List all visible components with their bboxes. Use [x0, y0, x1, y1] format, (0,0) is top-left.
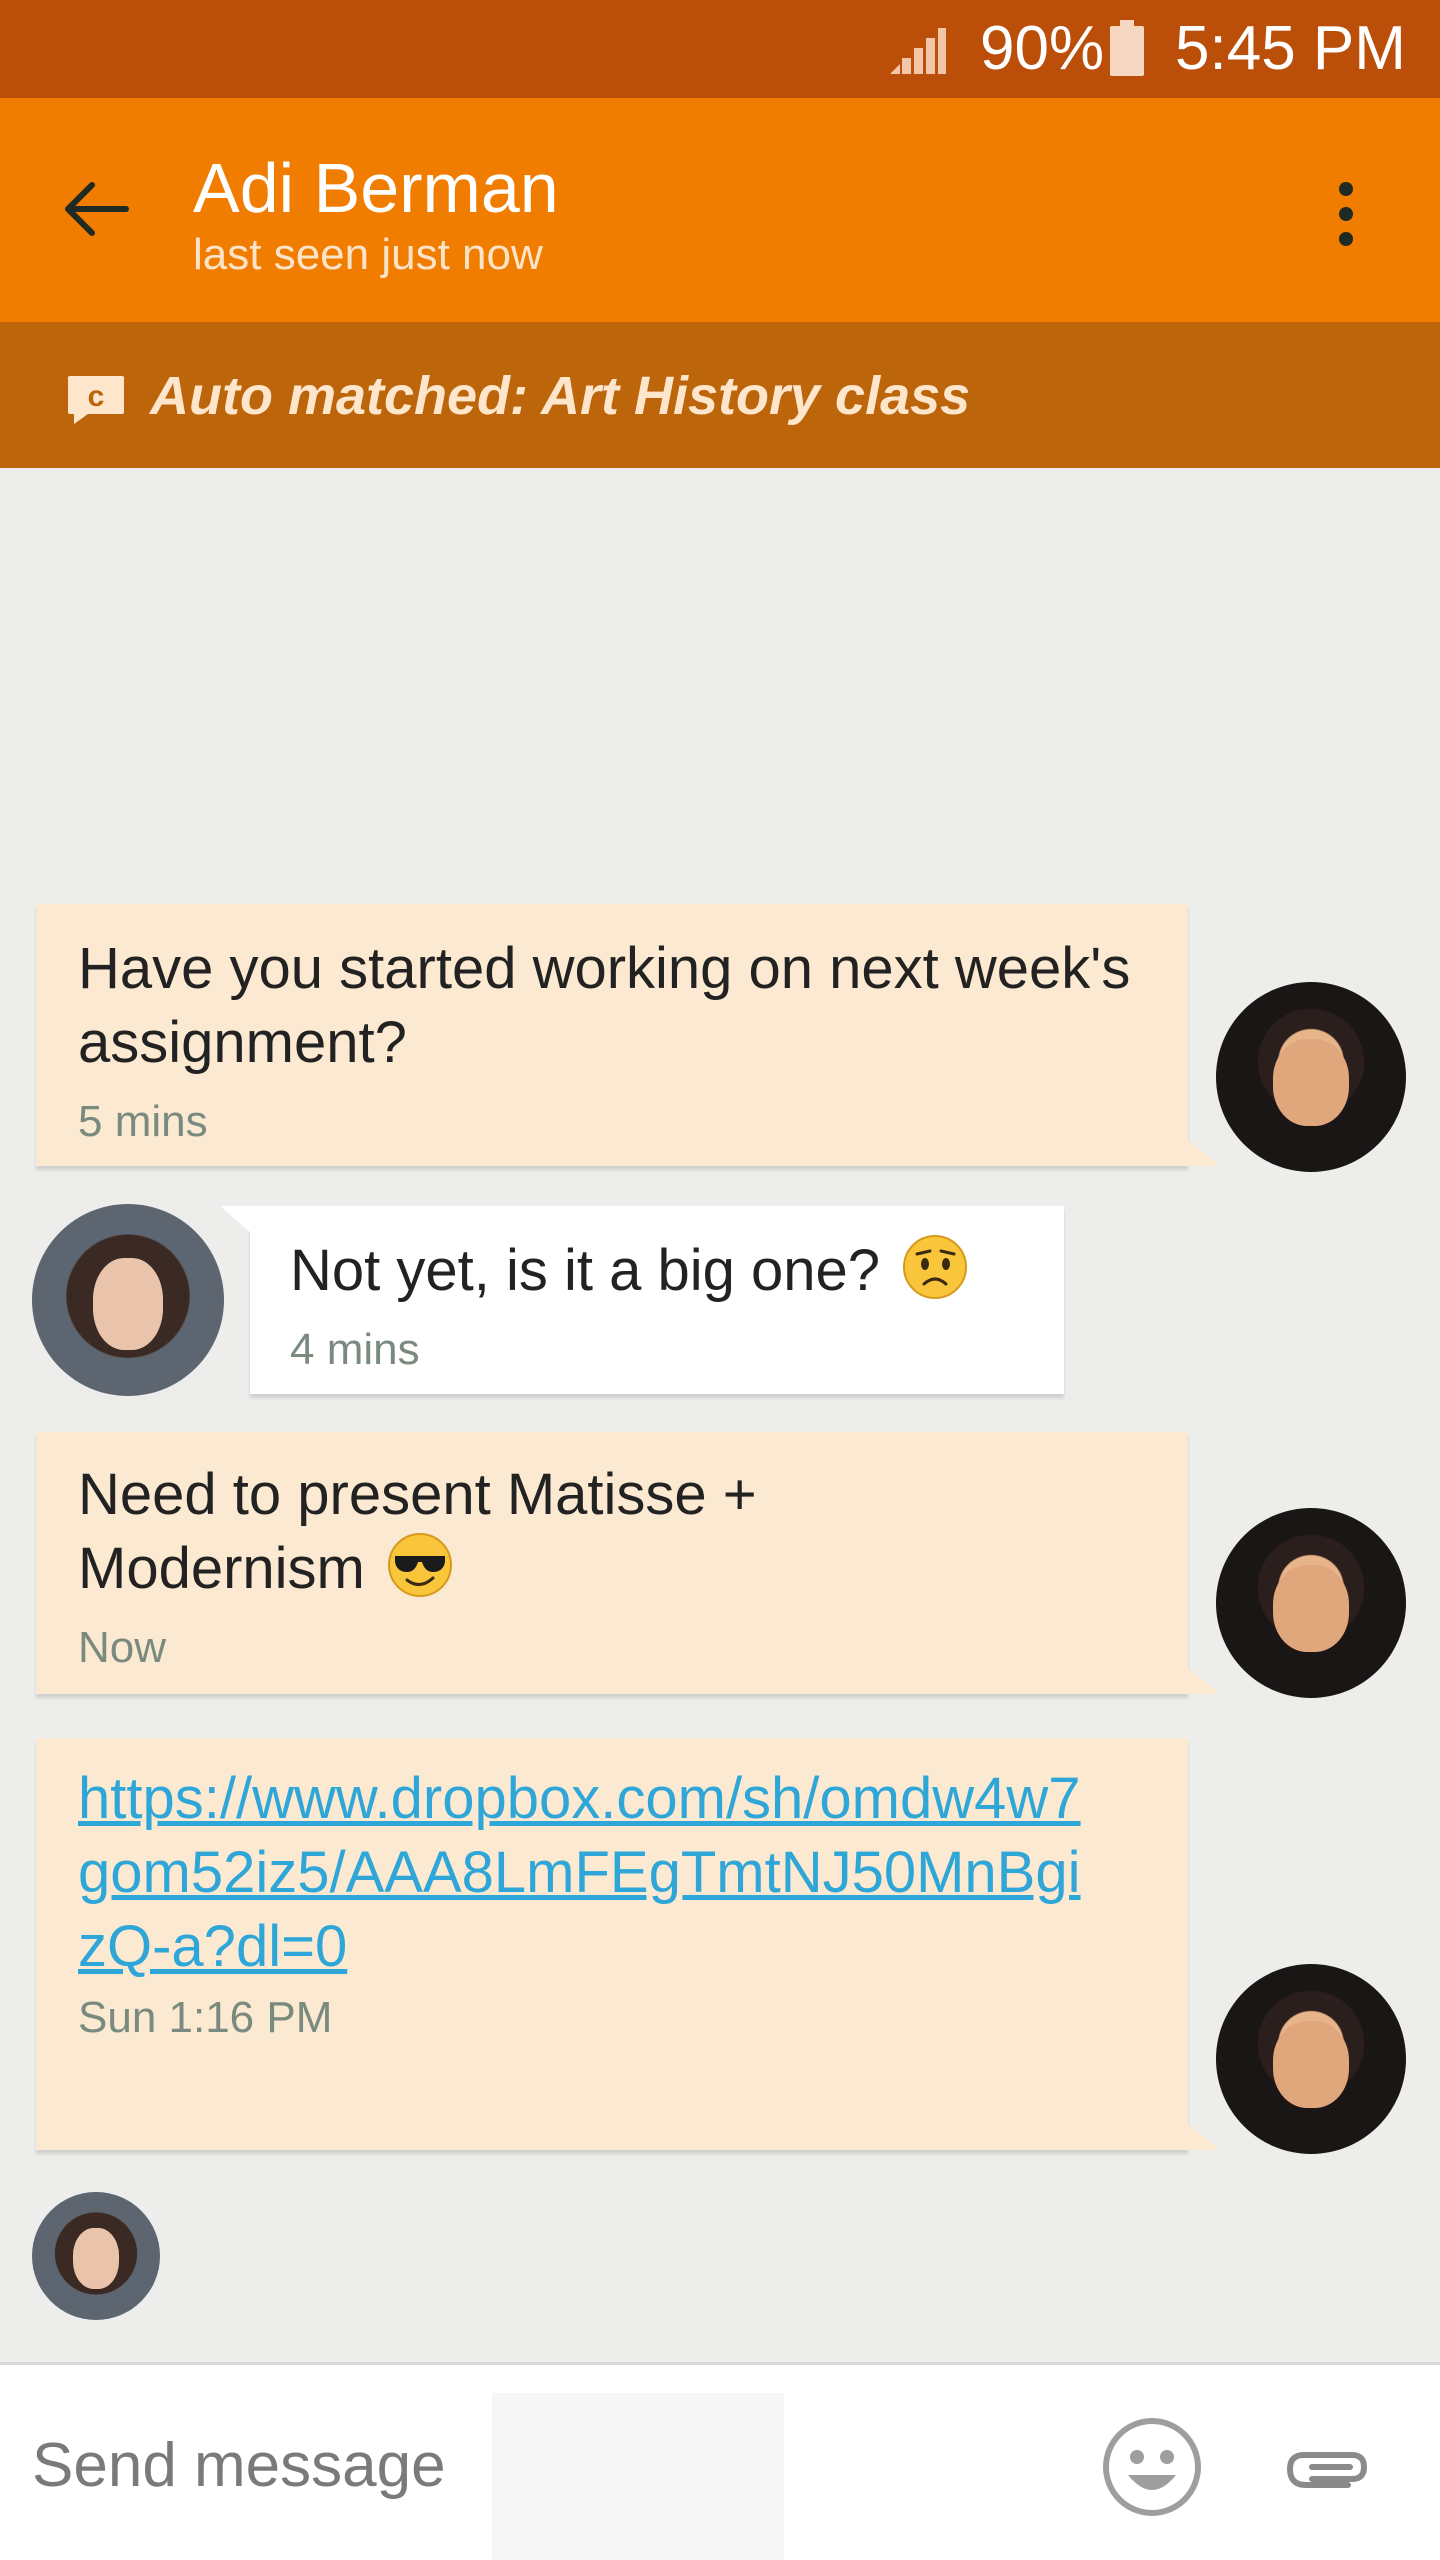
bubble-tail [1186, 1666, 1220, 1694]
app-bar: Adi Berman last seen just now [0, 98, 1440, 322]
message-input[interactable] [32, 2415, 932, 2515]
battery-percent: 90% [980, 14, 1105, 83]
battery-icon [1110, 20, 1144, 76]
svg-text:c: c [88, 380, 105, 413]
message-composer [0, 2362, 1440, 2560]
overflow-menu-button[interactable] [1306, 164, 1386, 264]
message-timestamp: Now [78, 1623, 167, 1672]
attachment-icon[interactable] [1282, 2435, 1372, 2499]
message-bubble-incoming[interactable]: Need to present Matisse + Modernism Now [36, 1432, 1220, 1694]
signal-icon [890, 28, 946, 74]
message-timestamp: 4 mins [290, 1325, 420, 1374]
auto-match-banner[interactable]: c Auto matched: Art History class [0, 322, 1440, 468]
worried-face-emoji [903, 1235, 968, 1299]
sunglasses-face-emoji [387, 1533, 452, 1597]
emoji-button-icon[interactable] [1100, 2415, 1204, 2519]
dropbox-link[interactable]: https://www.dropbox.com/sh/omdw4w7gom52i… [78, 1766, 1081, 1979]
status-bar: 90% 5:45 PM [0, 0, 1440, 98]
message-text: Not yet, is it a big one? [290, 1238, 880, 1303]
more-vert-icon [1339, 182, 1353, 246]
message-bubble-incoming[interactable]: https://www.dropbox.com/sh/omdw4w7gom52i… [36, 1738, 1220, 2150]
sender-avatar[interactable] [1216, 982, 1406, 1172]
back-arrow-icon [65, 182, 129, 236]
bubble-tail [1186, 1138, 1220, 1166]
message-timestamp: 5 mins [78, 1097, 208, 1146]
sender-avatar[interactable] [1216, 1508, 1406, 1698]
contact-status: last seen just now [193, 230, 543, 279]
message-timestamp: Sun 1:16 PM [78, 1993, 333, 2042]
auto-match-text: Auto matched: Art History class [150, 366, 971, 426]
message-bubble-incoming[interactable]: Have you started working on next week's … [36, 904, 1220, 1166]
status-time: 5:45 PM [1175, 14, 1406, 83]
message-bubble-outgoing[interactable]: Not yet, is it a big one? 4 mins [220, 1206, 1064, 1394]
contact-name[interactable]: Adi Berman [193, 148, 559, 228]
bubble-tail [220, 1206, 252, 1234]
bubble-tail [1186, 2122, 1220, 2150]
my-avatar-small[interactable] [32, 2192, 160, 2320]
message-text: Have you started working on next week's … [78, 936, 1131, 1075]
my-avatar[interactable] [32, 1204, 224, 1396]
class-chat-icon: c [68, 376, 124, 424]
sender-avatar[interactable] [1216, 1964, 1406, 2154]
back-button[interactable] [50, 164, 140, 254]
